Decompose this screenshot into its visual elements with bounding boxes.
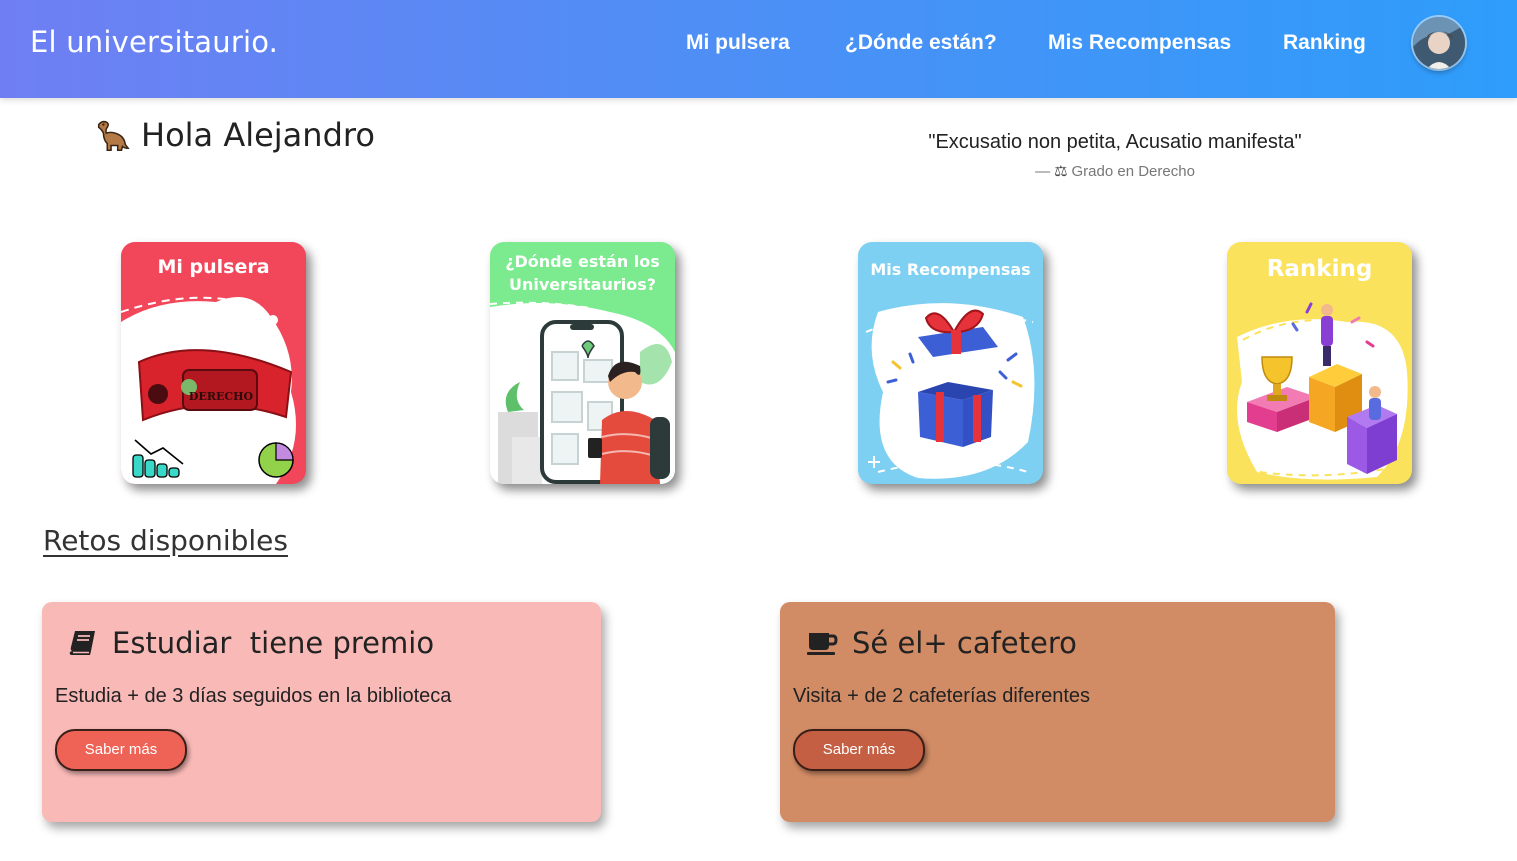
quote-text: "Excusatio non petita, Acusatio manifest…: [928, 131, 1302, 153]
challenge-card-estudiar: Estudiar tiene premio Estudia + de 3 día…: [42, 602, 601, 822]
greeting: Hola Alejandro: [93, 116, 375, 154]
bracelet-text: DERECHO: [189, 390, 254, 403]
feature-card-title: ¿Dónde están los Universitaurios?: [490, 250, 675, 296]
feature-card-mis-recompensas[interactable]: Mis Recompensas: [858, 242, 1043, 484]
challenge-title: Estudiar tiene premio: [68, 626, 434, 660]
saber-mas-button[interactable]: Saber más: [55, 729, 187, 771]
quote-source: — ⚖ Grado en Derecho: [1000, 162, 1230, 181]
section-title-retos: Retos disponibles: [43, 524, 288, 557]
feature-card-title-line1: ¿Dónde están los: [505, 252, 660, 271]
nav-link-ranking[interactable]: Ranking: [1283, 31, 1366, 55]
greeting-text: Hola Alejandro: [141, 116, 375, 154]
challenge-description: Estudia + de 3 días seguidos en la bibli…: [55, 685, 452, 707]
challenge-title-text: Estudiar tiene premio: [112, 626, 435, 660]
challenge-title: Sé el+ cafetero: [806, 626, 1077, 660]
nav-link-mis-recompensas[interactable]: Mis Recompensas: [1048, 31, 1231, 55]
user-avatar[interactable]: [1413, 17, 1465, 69]
quote-source-label: Grado en Derecho: [1071, 162, 1195, 180]
saber-mas-button[interactable]: Saber más: [793, 729, 925, 771]
nav-link-mi-pulsera[interactable]: Mi pulsera: [686, 31, 790, 55]
nav-link-donde-estan[interactable]: ¿Dónde están?: [845, 31, 997, 55]
bracelet-illustration: DERECHO: [121, 296, 296, 484]
brand-logo[interactable]: El universitaurio.: [30, 25, 278, 59]
coffee-cup-icon: [807, 633, 838, 655]
top-navbar: El universitaurio. Mi pulsera ¿Dónde est…: [0, 0, 1517, 98]
feature-card-ranking[interactable]: Ranking: [1227, 242, 1412, 484]
feature-card-title-line2: Universitaurios?: [508, 275, 657, 294]
dinosaur-icon: [97, 120, 130, 151]
feature-card-mi-pulsera[interactable]: DERECHO Mi pulsera: [121, 242, 306, 484]
book-icon: [69, 631, 95, 655]
quote-dash: —: [1035, 162, 1051, 180]
feature-card-title: Ranking: [1266, 256, 1373, 282]
challenge-title-text: Sé el+ cafetero: [852, 626, 1077, 660]
challenge-card-cafetero: Sé el+ cafetero Visita + de 2 cafeterías…: [780, 602, 1335, 822]
feature-card-title: Mis Recompensas: [870, 260, 1031, 279]
challenge-description: Visita + de 2 cafeterías diferentes: [793, 685, 1091, 707]
feature-card-title: Mi pulsera: [157, 256, 270, 278]
feature-card-donde-estan[interactable]: ¿Dónde están los Universitaurios?: [490, 242, 675, 484]
scales-icon: ⚖: [1054, 163, 1068, 180]
